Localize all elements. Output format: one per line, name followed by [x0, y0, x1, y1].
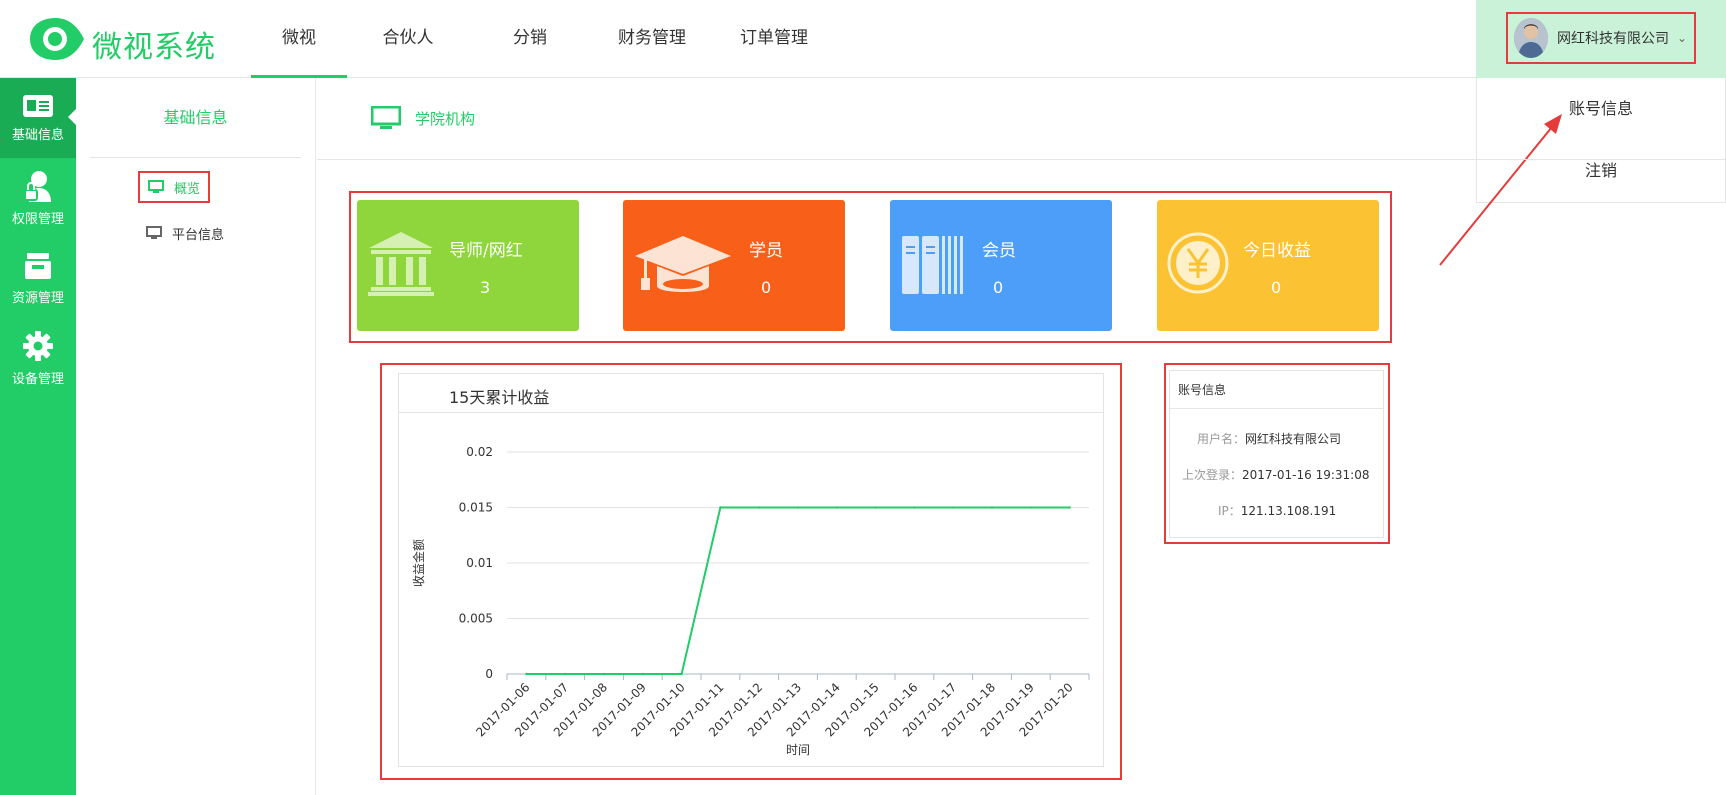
y-tick-label: 0.015: [459, 501, 493, 515]
top-nav: 微视 合伙人 分销 财务管理 订单管理: [251, 0, 835, 78]
account-row-key: 上次登录：: [1182, 468, 1243, 482]
chart-title: 15天累计收益: [449, 388, 550, 407]
account-row-ip: IP：121.13.108.191: [1218, 502, 1336, 519]
account-info-title: 账号信息: [1178, 383, 1227, 397]
y-tick-label: 0.005: [459, 612, 493, 626]
data-point: [719, 506, 722, 509]
account-row-key: 用户名：: [1197, 432, 1246, 446]
data-point: [758, 506, 761, 509]
stat-card-mentors[interactable]: 导师/网红 3: [357, 200, 579, 331]
user-lock-icon: [24, 170, 51, 202]
sidebar-item-permissions[interactable]: 权限管理: [0, 158, 76, 238]
sidebar-item-resources[interactable]: 资源管理: [0, 238, 76, 318]
user-menu-toggle[interactable]: 网红科技有限公司 ⌄: [1506, 12, 1696, 64]
sidebar-item-basic-info[interactable]: 基础信息: [0, 78, 76, 158]
sidebar: 基础信息 权限管理 资源管理 设备管理: [0, 78, 77, 795]
y-axis-title: 收益金额: [411, 539, 426, 587]
account-row-value: 网红科技有限公司: [1245, 432, 1342, 446]
data-point: [952, 506, 955, 509]
account-row-last-login: 上次登录：2017-01-16 19:31:08: [1182, 466, 1369, 483]
stat-card-label: 导师/网红: [449, 241, 523, 261]
data-point: [796, 506, 800, 509]
stat-card-members[interactable]: 会员 0: [890, 200, 1112, 331]
stat-card-students[interactable]: 学员 0: [623, 200, 845, 331]
sidebar-item-label: 基础信息: [11, 127, 64, 143]
gear-icon: [23, 330, 53, 361]
stat-card-value: 3: [480, 278, 491, 297]
chevron-down-icon: ⌄: [1677, 31, 1688, 45]
account-info-panel: 账号信息 用户名：网红科技有限公司 上次登录：2017-01-16 19:31:…: [1169, 370, 1384, 538]
nav-tab-partner[interactable]: 合伙人: [347, 0, 469, 78]
id-card-icon: [23, 94, 53, 117]
data-point: [641, 672, 644, 676]
data-point: [874, 506, 877, 509]
stat-card-label: 学员: [749, 241, 783, 261]
chart-divider: [399, 412, 1103, 413]
account-info-divider: [1170, 408, 1383, 409]
nav-tab-distribution[interactable]: 分销: [469, 0, 591, 78]
eye-logo-icon: [30, 18, 84, 60]
sidebar-item-devices[interactable]: 设备管理: [0, 318, 76, 398]
app-title: 微视系统: [92, 30, 216, 65]
stat-card-value: 0: [1271, 278, 1282, 297]
user-menu-area: 网红科技有限公司 ⌄: [1476, 0, 1726, 78]
sidebar-item-label: 设备管理: [11, 371, 64, 387]
graduation-cap-icon: [635, 236, 731, 292]
stat-card-value: 0: [993, 278, 1004, 297]
submenu-title: 基础信息: [90, 78, 301, 158]
x-axis-title: 时间: [786, 743, 810, 757]
account-row-key: IP：: [1218, 504, 1241, 518]
yen-coin-icon: [1167, 232, 1229, 294]
secondary-menu: 基础信息 概览 平台信息: [76, 78, 316, 795]
submenu-item-label: 概览: [174, 181, 201, 197]
content-header: 学院机构: [317, 78, 1726, 160]
data-point: [680, 672, 683, 676]
institution-icon: [368, 232, 434, 296]
stat-card-value: 0: [761, 278, 772, 297]
data-point: [1029, 506, 1032, 509]
income-line-chart: 00.0050.010.0150.022017-01-062017-01-072…: [411, 445, 1090, 757]
sidebar-item-label: 资源管理: [11, 290, 64, 306]
monitor-icon: [371, 106, 401, 129]
submenu-item-overview[interactable]: 概览: [138, 171, 210, 203]
account-row-value: 2017-01-16 19:31:08: [1242, 468, 1370, 482]
data-point: [1068, 506, 1071, 509]
stat-card-label: 会员: [982, 241, 1016, 261]
nav-tab-orders[interactable]: 订单管理: [713, 0, 835, 78]
data-point: [525, 672, 528, 676]
stat-card-label: 今日收益: [1243, 241, 1311, 261]
top-header: 微视系统 微视 合伙人 分销 财务管理 订单管理 网红科技有限公司 ⌄: [0, 0, 1726, 78]
data-point: [564, 672, 567, 676]
data-point: [990, 506, 994, 509]
sidebar-item-label: 权限管理: [11, 211, 64, 227]
books-icon: [902, 236, 963, 294]
nav-tab-finance[interactable]: 财务管理: [591, 0, 713, 78]
y-tick-label: 0: [485, 667, 493, 681]
nav-tab-weishi[interactable]: 微视: [251, 0, 347, 78]
data-point: [602, 672, 606, 676]
income-chart-panel: 15天累计收益 0 0.005 0.01 0.015 0.02 2017-01-06 201…: [398, 373, 1104, 767]
submenu-item-label: 平台信息: [172, 227, 225, 243]
monitor-icon: [148, 180, 164, 193]
account-row-username: 用户名：网红科技有限公司: [1197, 430, 1341, 447]
account-row-value: 121.13.108.191: [1240, 504, 1337, 518]
avatar: [1514, 18, 1548, 58]
user-company-name: 网红科技有限公司: [1557, 31, 1669, 47]
data-point: [913, 506, 916, 509]
monitor-icon: [146, 226, 162, 239]
y-tick-label: 0.02: [466, 445, 493, 459]
stat-card-today-income[interactable]: 今日收益 0: [1157, 200, 1379, 331]
series-line: [526, 506, 1070, 675]
y-tick-label: 0.01: [466, 556, 493, 570]
data-point: [835, 506, 838, 509]
submenu-item-platform-info[interactable]: 平台信息: [146, 221, 224, 245]
archive-icon: [25, 252, 51, 279]
page-title: 学院机构: [415, 110, 476, 128]
